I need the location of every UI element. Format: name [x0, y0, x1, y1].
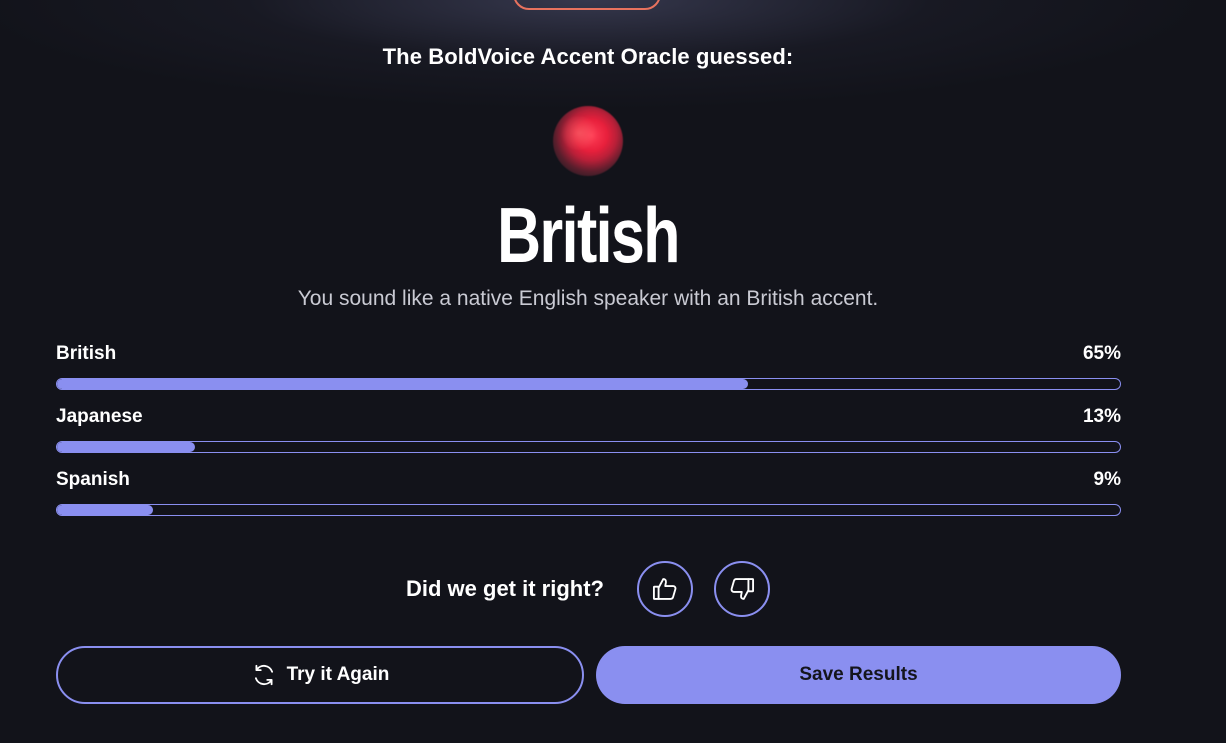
save-results-button[interactable]: Save Results: [596, 646, 1121, 704]
action-buttons: Try it Again Save Results: [56, 646, 1121, 704]
try-again-button[interactable]: Try it Again: [56, 646, 584, 704]
bar-percent: 13%: [1082, 406, 1121, 427]
thumbs-up-icon: [652, 578, 677, 600]
oracle-heading: The BoldVoice Accent Oracle guessed:: [382, 44, 794, 69]
result-description: You sound like a native English speaker …: [297, 287, 879, 310]
save-results-label: Save Results: [799, 664, 918, 685]
progress-fill: [57, 442, 196, 452]
feedback-section: Did we get it right?: [0, 560, 1226, 618]
top-button-edge[interactable]: [513, 0, 661, 10]
accent-bar-spanish: Spanish 9%: [56, 469, 1121, 516]
thumbs-down-button[interactable]: [714, 561, 770, 617]
thumbs-up-button[interactable]: [637, 561, 693, 617]
accent-orb: [553, 106, 623, 176]
progress-track: [56, 504, 1121, 516]
accent-bar-japanese: Japanese 13%: [56, 406, 1121, 453]
try-again-label: Try it Again: [286, 664, 390, 685]
bar-label: Spanish: [56, 469, 130, 490]
thumbs-down-icon: [730, 578, 755, 600]
bar-percent: 9%: [1093, 469, 1121, 490]
refresh-icon: [254, 664, 273, 686]
result-accent-title: British: [497, 191, 680, 279]
bar-label: Japanese: [56, 406, 143, 427]
progress-track: [56, 378, 1121, 390]
progress-fill: [57, 505, 153, 515]
accent-bar-british: British 65%: [56, 343, 1121, 390]
bar-percent: 65%: [1082, 343, 1121, 364]
bar-label: British: [56, 343, 117, 364]
progress-track: [56, 441, 1121, 453]
progress-fill: [57, 379, 748, 389]
feedback-question: Did we get it right?: [406, 576, 604, 601]
